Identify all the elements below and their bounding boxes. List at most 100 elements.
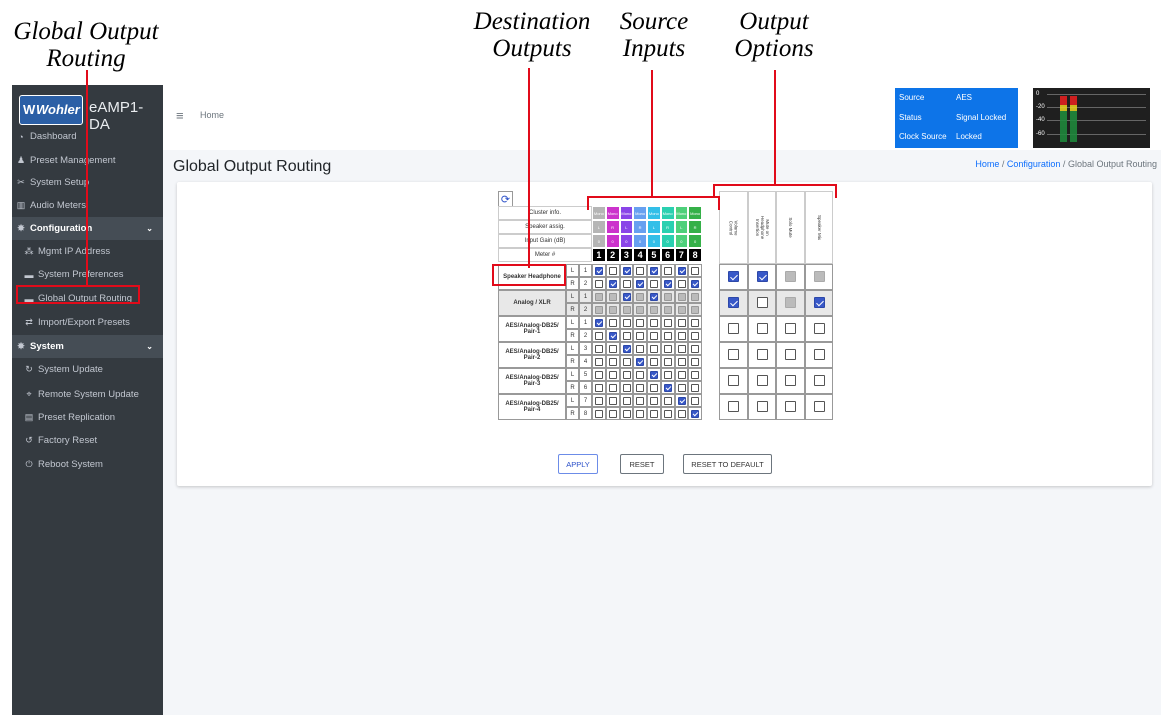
route-checkbox-4-2-6[interactable] (663, 357, 672, 366)
route-checkbox-6-2-7[interactable] (677, 409, 686, 418)
route-checkbox-4-2-8[interactable] (691, 357, 700, 366)
option-checkbox-2-2[interactable] (756, 297, 768, 308)
route-checkbox-1-1-5[interactable] (650, 266, 658, 275)
speaker-assign-cell-4[interactable]: R (633, 220, 647, 234)
sidebar-item-system[interactable]: ✸ System ⌄ (12, 335, 163, 358)
route-checkbox-4-1-4[interactable] (636, 344, 645, 353)
route-checkbox-2-1-8[interactable] (691, 292, 700, 301)
header-home-link[interactable]: Home (200, 110, 224, 120)
breadcrumb-home[interactable]: Home (975, 159, 999, 169)
route-checkbox-4-1-6[interactable] (663, 344, 672, 353)
route-checkbox-5-1-1[interactable] (595, 370, 603, 379)
route-checkbox-1-2-4[interactable] (636, 279, 645, 288)
route-checkbox-3-2-5[interactable] (650, 331, 658, 340)
option-checkbox-4-2[interactable] (756, 349, 768, 360)
route-checkbox-5-1-2[interactable] (608, 370, 617, 379)
route-checkbox-3-2-7[interactable] (677, 331, 686, 340)
gain-cell-1[interactable]: 0 (592, 234, 606, 248)
route-checkbox-4-1-2[interactable] (608, 344, 617, 353)
route-checkbox-3-2-2[interactable] (608, 331, 617, 340)
option-checkbox-5-1[interactable] (728, 375, 739, 386)
route-checkbox-2-2-7[interactable] (677, 305, 686, 314)
route-checkbox-1-1-7[interactable] (677, 266, 686, 275)
route-checkbox-2-2-5[interactable] (650, 305, 658, 314)
route-checkbox-1-2-6[interactable] (663, 279, 672, 288)
route-checkbox-3-2-4[interactable] (636, 331, 645, 340)
option-checkbox-6-1[interactable] (728, 401, 739, 412)
option-checkbox-3-1[interactable] (728, 323, 739, 334)
route-checkbox-4-2-2[interactable] (608, 357, 617, 366)
route-checkbox-6-1-6[interactable] (663, 396, 672, 405)
route-checkbox-2-2-3[interactable] (622, 305, 631, 314)
route-checkbox-5-2-2[interactable] (608, 383, 617, 392)
route-checkbox-5-2-1[interactable] (595, 383, 603, 392)
route-checkbox-6-1-2[interactable] (608, 396, 617, 405)
route-checkbox-1-2-1[interactable] (595, 279, 603, 288)
route-checkbox-3-1-1[interactable] (595, 318, 603, 327)
route-checkbox-2-1-4[interactable] (636, 292, 645, 301)
route-checkbox-5-1-4[interactable] (636, 370, 645, 379)
route-checkbox-6-2-3[interactable] (622, 409, 631, 418)
gain-cell-2[interactable]: 0 (605, 234, 620, 248)
route-checkbox-2-1-7[interactable] (677, 292, 686, 301)
route-checkbox-3-1-8[interactable] (691, 318, 700, 327)
route-checkbox-5-1-7[interactable] (677, 370, 686, 379)
breadcrumb-configuration[interactable]: Configuration (1007, 159, 1061, 169)
gain-cell-7[interactable]: 0 (674, 234, 689, 248)
gain-cell-4[interactable]: 0 (633, 234, 647, 248)
reset-to-default-button[interactable]: RESET TO DEFAULT (683, 454, 772, 474)
option-checkbox-2-3[interactable] (785, 297, 796, 308)
route-checkbox-1-1-3[interactable] (622, 266, 631, 275)
option-checkbox-1-4[interactable] (813, 271, 825, 282)
gain-cell-3[interactable]: 0 (619, 234, 634, 248)
option-checkbox-1-3[interactable] (785, 271, 796, 282)
sidebar-item-import-export-presets[interactable]: ⇄ Import/Export Presets (12, 311, 163, 334)
route-checkbox-4-2-5[interactable] (650, 357, 658, 366)
route-checkbox-6-2-4[interactable] (636, 409, 645, 418)
route-checkbox-1-1-8[interactable] (691, 266, 700, 275)
speaker-assign-cell-8[interactable]: R (688, 220, 702, 234)
hamburger-menu-icon[interactable]: ≡ (176, 108, 184, 123)
gain-cell-5[interactable]: 0 (647, 234, 661, 248)
reset-button[interactable]: RESET (620, 454, 664, 474)
route-checkbox-1-1-6[interactable] (663, 266, 672, 275)
option-checkbox-4-3[interactable] (785, 349, 796, 360)
route-checkbox-3-2-3[interactable] (622, 331, 631, 340)
route-checkbox-5-2-4[interactable] (636, 383, 645, 392)
option-checkbox-2-1[interactable] (728, 297, 739, 308)
route-checkbox-2-1-6[interactable] (663, 292, 672, 301)
speaker-assign-cell-6[interactable]: R (660, 220, 675, 234)
route-checkbox-6-1-3[interactable] (622, 396, 631, 405)
route-checkbox-1-2-3[interactable] (622, 279, 631, 288)
sidebar-item-preset-replication[interactable]: ▤ Preset Replication (12, 406, 163, 429)
apply-button[interactable]: APPLY (558, 454, 598, 474)
speaker-assign-cell-5[interactable]: L (647, 220, 661, 234)
route-checkbox-2-1-2[interactable] (608, 292, 617, 301)
option-checkbox-6-3[interactable] (785, 401, 796, 412)
sidebar-item-reboot-system[interactable]: ⏻ Reboot System (12, 453, 163, 476)
route-checkbox-4-2-4[interactable] (636, 357, 645, 366)
option-checkbox-4-4[interactable] (813, 349, 825, 360)
route-checkbox-6-2-1[interactable] (595, 409, 603, 418)
route-checkbox-6-1-4[interactable] (636, 396, 645, 405)
option-checkbox-3-4[interactable] (813, 323, 825, 334)
route-checkbox-1-1-2[interactable] (608, 266, 617, 275)
route-checkbox-2-2-6[interactable] (663, 305, 672, 314)
route-checkbox-5-1-5[interactable] (650, 370, 658, 379)
route-checkbox-3-2-1[interactable] (595, 331, 603, 340)
route-checkbox-6-1-7[interactable] (677, 396, 686, 405)
route-checkbox-1-2-2[interactable] (608, 279, 617, 288)
option-checkbox-4-1[interactable] (728, 349, 739, 360)
route-checkbox-4-2-3[interactable] (622, 357, 631, 366)
sidebar-item-factory-reset[interactable]: ↺ Factory Reset (12, 429, 163, 452)
option-checkbox-2-4[interactable] (813, 297, 825, 308)
sidebar-item-system-update[interactable]: ↻ System Update (12, 358, 163, 381)
route-checkbox-1-1-4[interactable] (636, 266, 645, 275)
route-checkbox-6-2-5[interactable] (650, 409, 658, 418)
route-checkbox-2-1-3[interactable] (622, 292, 631, 301)
sidebar-item-remote-system-update[interactable]: ⌖ Remote System Update (12, 383, 163, 406)
route-checkbox-2-1-5[interactable] (650, 292, 658, 301)
route-checkbox-6-2-2[interactable] (608, 409, 617, 418)
route-checkbox-5-2-7[interactable] (677, 383, 686, 392)
route-checkbox-2-2-4[interactable] (636, 305, 645, 314)
